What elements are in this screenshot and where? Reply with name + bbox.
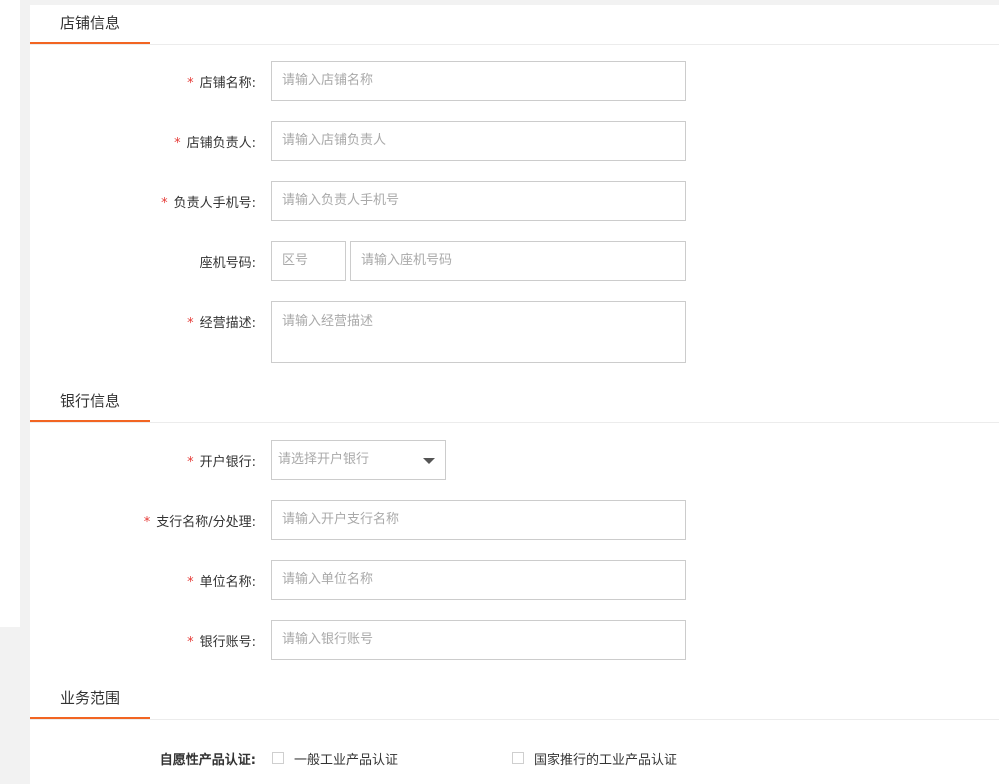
store-manager-label: * 店铺负责人: <box>174 136 256 151</box>
store-manager-input[interactable]: 请输入店铺负责人 <box>271 121 686 161</box>
general-cert-checkbox[interactable] <box>272 752 284 764</box>
required-mark: * <box>187 316 194 331</box>
store-info-tab[interactable]: 店铺信息 <box>30 5 150 44</box>
manager-phone-row: * 负责人手机号: 请输入负责人手机号 <box>30 181 999 221</box>
account-input[interactable]: 请输入银行账号 <box>271 620 686 660</box>
account-label: * 银行账号: <box>187 635 256 650</box>
manager-phone-input[interactable]: 请输入负责人手机号 <box>271 181 686 221</box>
bank-row: * 开户银行: 请选择开户银行 <box>30 440 999 480</box>
bank-info-header: 银行信息 <box>30 383 999 423</box>
business-scope-header: 业务范围 <box>30 680 999 720</box>
certification-row: 自愿性产品认证: 一般工业产品认证 国家推行的工业产品认证 <box>30 747 999 771</box>
area-code-input[interactable]: 区号 <box>271 241 346 281</box>
landline-row: 座机号码: 区号 请输入座机号码 <box>30 241 999 281</box>
store-info-header: 店铺信息 <box>30 5 999 45</box>
landline-input[interactable]: 请输入座机号码 <box>350 241 686 281</box>
required-mark: * <box>187 76 194 91</box>
store-name-label: * 店铺名称: <box>187 76 256 91</box>
required-mark: * <box>174 136 181 151</box>
branch-row: * 支行名称/分处理: 请输入开户支行名称 <box>30 500 999 540</box>
national-cert-label[interactable]: 国家推行的工业产品认证 <box>534 749 677 768</box>
store-manager-row: * 店铺负责人: 请输入店铺负责人 <box>30 121 999 161</box>
required-mark: * <box>187 455 194 470</box>
general-cert-label[interactable]: 一般工业产品认证 <box>294 749 398 768</box>
required-mark: * <box>187 635 194 650</box>
bank-select-value: 请选择开户银行 <box>278 452 370 467</box>
certification-label: 自愿性产品认证: <box>159 753 256 768</box>
bank-info-tab[interactable]: 银行信息 <box>30 383 150 422</box>
branch-label: * 支行名称/分处理: <box>143 515 256 530</box>
branch-input[interactable]: 请输入开户支行名称 <box>271 500 686 540</box>
left-sidebar <box>0 0 20 627</box>
business-scope-tab[interactable]: 业务范围 <box>30 680 150 719</box>
chevron-down-icon <box>423 458 435 464</box>
required-mark: * <box>187 575 194 590</box>
national-cert-checkbox[interactable] <box>512 752 524 764</box>
required-mark: * <box>143 515 151 530</box>
description-label: * 经营描述: <box>187 316 256 331</box>
bank-select[interactable]: 请选择开户银行 <box>271 440 446 480</box>
bank-label: * 开户银行: <box>187 455 256 470</box>
required-mark: * <box>161 196 168 211</box>
store-name-row: * 店铺名称: 请输入店铺名称 <box>30 61 999 101</box>
description-textarea[interactable]: 请输入经营描述 <box>271 301 686 363</box>
form-container: 店铺信息 * 店铺名称: 请输入店铺名称 * 店铺负责人: 请输入店铺负责人 * 负责… <box>30 5 999 784</box>
landline-label: 座机号码: <box>199 256 256 271</box>
manager-phone-label: * 负责人手机号: <box>161 196 256 211</box>
store-name-input[interactable]: 请输入店铺名称 <box>271 61 686 101</box>
company-input[interactable]: 请输入单位名称 <box>271 560 686 600</box>
account-row: * 银行账号: 请输入银行账号 <box>30 620 999 660</box>
company-row: * 单位名称: 请输入单位名称 <box>30 560 999 600</box>
company-label: * 单位名称: <box>187 575 256 590</box>
description-row: * 经营描述: 请输入经营描述 <box>30 301 999 363</box>
